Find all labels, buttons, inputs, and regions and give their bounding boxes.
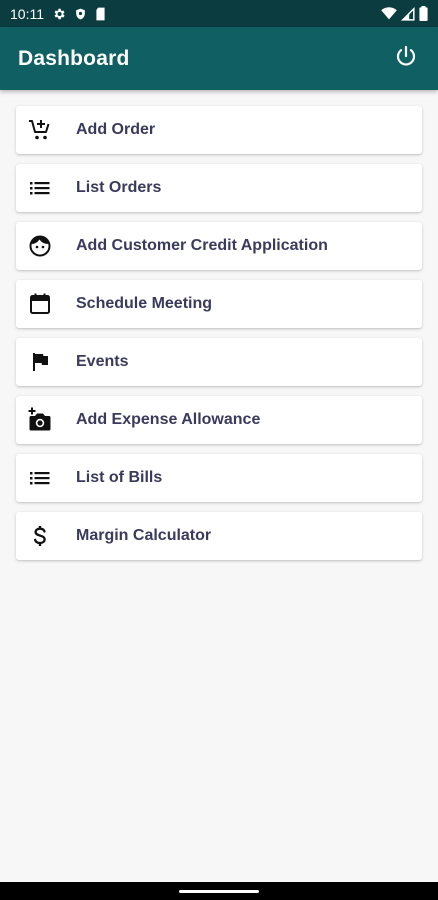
status-left: 10:11: [10, 6, 106, 22]
menu-item-label: Margin Calculator: [76, 527, 212, 544]
menu-item-schedule-meeting[interactable]: Schedule Meeting: [16, 280, 422, 328]
menu-item-label: Schedule Meeting: [76, 295, 213, 312]
status-time: 10:11: [10, 5, 44, 22]
face-icon: [27, 233, 53, 259]
home-gesture-handle[interactable]: [179, 890, 259, 893]
menu-item-events[interactable]: Events: [16, 338, 422, 386]
menu-item-add-customer-credit-application[interactable]: Add Customer Credit Application: [16, 222, 422, 270]
sim-card-icon: [95, 7, 106, 21]
status-bar: 10:11: [0, 0, 438, 27]
menu-item-label: Events: [76, 353, 129, 370]
menu-item-label: Add Expense Allowance: [76, 411, 261, 428]
page-title: Dashboard: [18, 46, 130, 70]
calendar-icon: [27, 291, 53, 317]
menu-item-list-of-bills[interactable]: List of Bills: [16, 454, 422, 502]
menu-item-label: Add Customer Credit Application: [76, 237, 328, 254]
app-bar: Dashboard: [0, 27, 438, 90]
menu-item-add-order[interactable]: Add Order: [16, 106, 422, 154]
menu-item-add-expense-allowance[interactable]: Add Expense Allowance: [16, 396, 422, 444]
status-right: [381, 6, 428, 21]
menu-item-label: Add Order: [76, 121, 156, 138]
wifi-icon: [381, 7, 397, 20]
battery-icon: [419, 6, 428, 21]
menu-item-label: List Orders: [76, 179, 162, 196]
menu-list: Add Order List Orders Add Customer Credi…: [16, 106, 422, 570]
shield-icon: [74, 7, 87, 21]
gear-icon: [52, 7, 66, 21]
signal-icon: [401, 6, 415, 21]
menu-item-label: List of Bills: [76, 469, 163, 486]
dollar-icon: [27, 523, 53, 549]
menu-item-list-orders[interactable]: List Orders: [16, 164, 422, 212]
cart-plus-icon: [27, 117, 53, 143]
menu-item-margin-calculator[interactable]: Margin Calculator: [16, 512, 422, 560]
logout-button[interactable]: [392, 45, 420, 73]
power-icon: [394, 44, 418, 73]
flag-icon: [27, 349, 53, 375]
add-camera-icon: [27, 407, 53, 433]
list-icon: [27, 465, 53, 491]
list-icon: [27, 175, 53, 201]
navigation-bar: [0, 882, 438, 900]
